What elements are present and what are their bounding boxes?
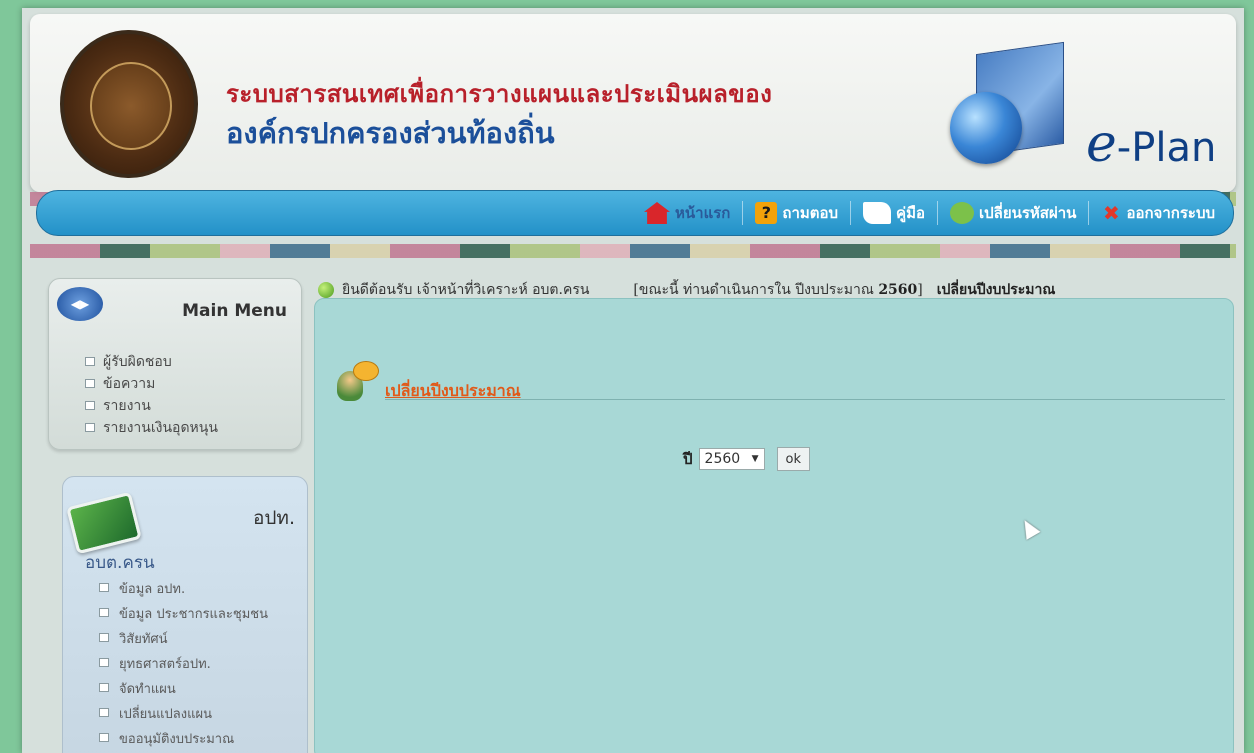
bullet-icon — [85, 423, 95, 432]
mouse-cursor-icon — [1017, 516, 1041, 540]
nav-change-password-label: เปลี่ยนรหัสผ่าน — [978, 204, 1077, 222]
decor-stripe-bottom — [30, 244, 1236, 258]
globe-logo-icon — [950, 92, 1022, 164]
org-menu-title: อปท. — [252, 507, 295, 529]
nav-home[interactable]: หน้าแรก — [632, 201, 742, 225]
menu-item-responsible[interactable]: ผู้รับผิดชอบ — [85, 351, 218, 373]
system-title-line1: ระบบสารสนเทศเพื่อการวางแผนและประเมินผลขอ… — [226, 80, 773, 108]
bullet-icon — [99, 708, 109, 717]
key-icon — [949, 202, 974, 224]
menu-item-label: รายงาน — [103, 398, 151, 414]
org-name: อบต.ครน — [85, 553, 155, 573]
section-divider — [385, 399, 1225, 400]
top-nav-bar: หน้าแรก ? ถามตอบ คู่มือ เปลี่ยนรหัสผ่าน … — [36, 190, 1234, 236]
status-prefix: [ขณะนี้ ท่านดำเนินการใน ปีงบประมาณ — [633, 282, 874, 298]
nav-change-password[interactable]: เปลี่ยนรหัสผ่าน — [936, 201, 1088, 225]
main-menu-panel: ◀▶ Main Menu ผู้รับผิดชอบ ข้อความ รายงาน… — [48, 278, 302, 450]
org-item-budget-approval[interactable]: ขออนุมัติงบประมาณ — [99, 727, 268, 752]
org-item-strategy[interactable]: ยุทธศาสตร์อปท. — [99, 652, 268, 677]
home-icon — [644, 202, 670, 224]
bullet-icon — [99, 683, 109, 692]
year-form: ปี 2560 ▼ ok — [683, 447, 811, 471]
bullet-icon — [85, 401, 95, 410]
org-item-label: จัดทำแผน — [119, 682, 176, 697]
menu-item-label: ผู้รับผิดชอบ — [103, 354, 172, 370]
bullet-icon — [99, 733, 109, 742]
org-item-label: ข้อมูล ประชากรและชุมชน — [119, 607, 268, 622]
user-chat-icon — [337, 361, 379, 401]
org-item-label: เปลี่ยนแปลงแผน — [119, 707, 212, 722]
status-dot-icon — [318, 282, 334, 298]
menu-item-reports[interactable]: รายงาน — [85, 395, 218, 417]
org-item-label: วิสัยทัศน์ — [119, 632, 168, 647]
nav-manual-label: คู่มือ — [896, 204, 925, 222]
menu-item-subsidy-reports[interactable]: รายงานเงินอุดหนุน — [85, 417, 218, 439]
seal-emblem — [90, 62, 172, 150]
bullet-icon — [99, 583, 109, 592]
page: ระบบสารสนเทศเพื่อการวางแผนและประเมินผลขอ… — [22, 8, 1244, 753]
org-panel-icon — [66, 491, 142, 555]
menu-item-messages[interactable]: ข้อความ — [85, 373, 218, 395]
dropdown-arrow-icon: ▼ — [751, 454, 759, 464]
nav-faq[interactable]: ? ถามตอบ — [742, 201, 850, 225]
org-item-info[interactable]: ข้อมูล อปท. — [99, 577, 268, 602]
eplan-logo-e: e — [1086, 114, 1117, 174]
menu-item-label: ข้อความ — [103, 376, 156, 392]
header-banner: ระบบสารสนเทศเพื่อการวางแผนและประเมินผลขอ… — [30, 14, 1236, 192]
logout-icon: ✖ — [1103, 201, 1120, 225]
status-year: 2560 — [878, 282, 918, 298]
main-menu-title: Main Menu — [182, 301, 287, 321]
system-title-line2: องค์กรปกครองส่วนท้องถิ่น — [226, 116, 555, 150]
ok-button[interactable]: ok — [776, 447, 811, 471]
main-content: เปลี่ยนปีงบประมาณ ปี 2560 ▼ ok — [314, 298, 1234, 753]
org-menu-panel: อปท. อบต.ครน ข้อมูล อปท. ข้อมูล ประชากรแ… — [62, 476, 308, 753]
status-suffix: ] — [917, 282, 923, 298]
bullet-icon — [85, 379, 95, 388]
help-icon: ? — [755, 202, 778, 224]
org-item-change-plan[interactable]: เปลี่ยนแปลงแผน — [99, 702, 268, 727]
seal-logo — [60, 30, 198, 178]
nav-faq-label: ถามตอบ — [782, 204, 839, 222]
nav-logout[interactable]: ✖ ออกจากระบบ — [1088, 201, 1227, 225]
eplan-logo: e-Plan — [1086, 114, 1216, 174]
org-item-label: ยุทธศาสตร์อปท. — [119, 657, 211, 672]
section-title: เปลี่ยนปีงบประมาณ — [385, 381, 521, 400]
eplan-logo-text: -Plan — [1116, 125, 1217, 171]
menu-item-label: รายงานเงินอุดหนุน — [103, 420, 218, 436]
menu-toggle-icon: ◀▶ — [57, 287, 103, 321]
bullet-icon — [99, 633, 109, 642]
bullet-icon — [99, 608, 109, 617]
year-select-value: 2560 — [704, 451, 741, 467]
manual-icon — [863, 202, 892, 224]
org-item-make-plan[interactable]: จัดทำแผน — [99, 677, 268, 702]
org-item-label: ขออนุมัติงบประมาณ — [119, 732, 235, 747]
nav-manual[interactable]: คู่มือ — [850, 201, 937, 225]
bullet-icon — [99, 658, 109, 667]
org-item-population[interactable]: ข้อมูล ประชากรและชุมชน — [99, 602, 268, 627]
org-item-vision[interactable]: วิสัยทัศน์ — [99, 627, 268, 652]
nav-home-label: หน้าแรก — [675, 204, 731, 222]
org-item-label: ข้อมูล อปท. — [119, 582, 186, 597]
nav-logout-label: ออกจากระบบ — [1126, 204, 1215, 222]
bullet-icon — [85, 357, 95, 366]
year-select[interactable]: 2560 ▼ — [698, 448, 765, 470]
year-label: ปี — [683, 450, 693, 468]
